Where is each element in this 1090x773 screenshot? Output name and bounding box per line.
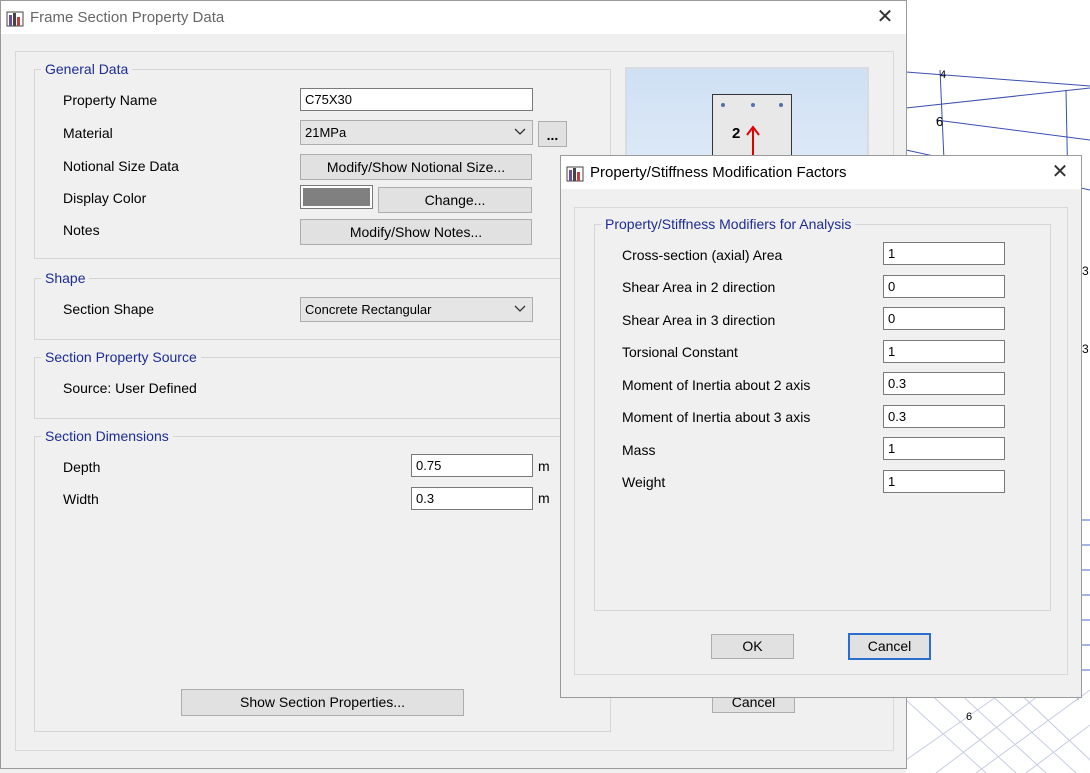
section-preview: 2	[625, 67, 869, 167]
modifier-input-inertia-3[interactable]: 0.3	[883, 405, 1005, 428]
width-input[interactable]: 0.3	[411, 487, 533, 510]
notional-size-label: Notional Size Data	[63, 158, 179, 174]
material-more-button[interactable]: ...	[538, 121, 567, 147]
width-unit: m	[538, 490, 550, 506]
material-select[interactable]: 21MPa	[300, 120, 533, 145]
modifiers-title: Property/Stiffness Modification Factors	[590, 164, 847, 181]
modifier-label-torsion: Torsional Constant	[622, 344, 738, 360]
joint-label-6b: 6	[966, 711, 973, 723]
depth-label: Depth	[63, 459, 101, 475]
frame-dialog-title: Frame Section Property Data	[30, 9, 225, 26]
source-text: Source: User Defined	[63, 380, 197, 396]
section-shape-value: Concrete Rectangular	[305, 302, 432, 317]
modifier-input-mass[interactable]: 1	[883, 437, 1005, 460]
section-dimensions-group: Section Dimensions	[34, 428, 611, 732]
modifier-label-shear-3: Shear Area in 3 direction	[622, 312, 776, 328]
property-name-label: Property Name	[63, 92, 158, 108]
joint-label-6: 6	[936, 114, 944, 129]
property-name-input[interactable]: C75X30	[300, 88, 533, 111]
property-source-title: Section Property Source	[41, 349, 201, 366]
app-icon	[566, 164, 584, 182]
modify-notional-size-button[interactable]: Modify/Show Notional Size...	[300, 154, 532, 180]
modifiers-cancel-button[interactable]: Cancel	[848, 633, 931, 660]
modifier-input-weight[interactable]: 1	[883, 470, 1005, 493]
section-shape-label: Section Shape	[63, 301, 155, 317]
change-color-button[interactable]: Change...	[378, 187, 532, 213]
section-dimensions-title: Section Dimensions	[41, 428, 173, 445]
material-label: Material	[63, 125, 113, 141]
material-select-value: 21MPa	[305, 125, 347, 140]
axis-2-label: 2	[732, 125, 741, 142]
joint-label-4: 4	[940, 69, 947, 81]
modifier-label-weight: Weight	[622, 474, 666, 490]
display-color-swatch[interactable]	[300, 185, 373, 209]
shape-title: Shape	[41, 270, 90, 287]
modifier-label-inertia-2: Moment of Inertia about 2 axis	[622, 377, 811, 393]
frame-dialog-titlebar: Frame Section Property Data ✕	[1, 1, 906, 34]
modifier-input-shear-2[interactable]: 0	[883, 275, 1005, 298]
modifier-label-mass: Mass	[622, 442, 656, 458]
show-section-properties-button[interactable]: Show Section Properties...	[181, 689, 464, 716]
joint-label-3: 3	[1082, 264, 1089, 278]
modifier-label-inertia-3: Moment of Inertia about 3 axis	[622, 409, 811, 425]
modifiers-group-title: Property/Stiffness Modifiers for Analysi…	[601, 216, 856, 233]
modifier-label-axial-area: Cross-section (axial) Area	[622, 247, 783, 263]
modifiers-close-button[interactable]: ✕	[1037, 156, 1083, 189]
color-swatch-fill	[303, 188, 370, 206]
depth-input[interactable]: 0.75	[411, 454, 533, 477]
width-label: Width	[63, 491, 99, 507]
frame-dialog-close-button[interactable]: ✕	[862, 1, 908, 34]
depth-unit: m	[538, 458, 550, 474]
notes-label: Notes	[63, 222, 100, 238]
modify-notes-button[interactable]: Modify/Show Notes...	[300, 219, 532, 245]
chevron-down-icon	[514, 302, 526, 317]
modifier-input-axial-area[interactable]: 1	[883, 242, 1005, 265]
general-data-title: General Data	[41, 61, 133, 78]
modifier-label-shear-2: Shear Area in 2 direction	[622, 279, 776, 295]
modifier-input-torsion[interactable]: 1	[883, 340, 1005, 363]
ok-button[interactable]: OK	[711, 634, 794, 659]
modifier-input-shear-3[interactable]: 0	[883, 307, 1005, 330]
modifier-input-inertia-2[interactable]: 0.3	[883, 372, 1005, 395]
chevron-down-icon	[514, 125, 526, 140]
joint-label-3b: 3	[1082, 342, 1089, 356]
modifiers-titlebar: Property/Stiffness Modification Factors …	[561, 156, 1081, 189]
section-shape-select[interactable]: Concrete Rectangular	[300, 297, 533, 322]
modifiers-dialog: Property/Stiffness Modification Factors …	[560, 155, 1082, 698]
display-color-label: Display Color	[63, 190, 147, 206]
app-icon	[6, 9, 24, 27]
